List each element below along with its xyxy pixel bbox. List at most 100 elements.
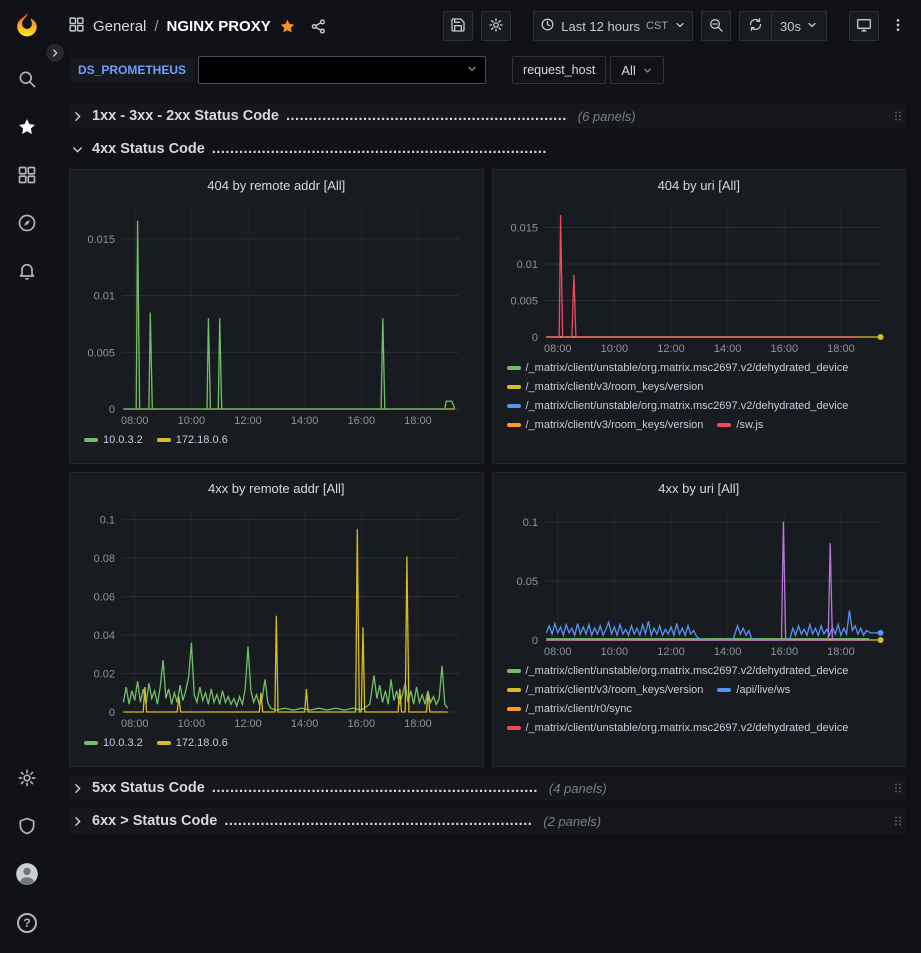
zoom-out-icon <box>708 17 724 36</box>
sidebar-item-profile[interactable] <box>7 857 47 893</box>
legend-label: /_matrix/client/r0/sync <box>526 701 632 717</box>
svg-text:0.1: 0.1 <box>100 515 115 527</box>
svg-text:10:00: 10:00 <box>178 415 206 427</box>
time-range-picker[interactable]: Last 12 hours CST <box>533 11 693 41</box>
sidebar-item-server-admin[interactable] <box>7 809 47 845</box>
refresh-interval-dropdown[interactable]: 30s <box>771 12 826 40</box>
legend-item[interactable]: /_matrix/client/unstable/org.matrix.msc2… <box>507 398 849 414</box>
tv-mode-button[interactable] <box>849 11 879 41</box>
sidebar-expand-button[interactable] <box>46 44 64 62</box>
monitor-icon <box>856 17 872 36</box>
legend-item[interactable]: /_matrix/client/v3/room_keys/version <box>507 682 704 698</box>
legend-label: /_matrix/client/unstable/org.matrix.msc2… <box>526 398 849 414</box>
sidebar-item-help[interactable]: ? <box>7 905 47 941</box>
svg-text:12:00: 12:00 <box>234 415 262 427</box>
star-icon <box>17 117 37 140</box>
svg-text:0.02: 0.02 <box>94 669 115 681</box>
variable-request-host-dropdown[interactable]: All <box>610 56 663 84</box>
panel-title[interactable]: 404 by remote addr [All] <box>78 175 475 199</box>
sidebar-item-configuration[interactable] <box>7 761 47 797</box>
svg-text:08:00: 08:00 <box>543 646 571 658</box>
svg-text:0.015: 0.015 <box>510 222 538 234</box>
row-title-dots: ........................................… <box>224 813 532 829</box>
svg-text:10:00: 10:00 <box>600 343 628 355</box>
legend-item[interactable]: /api/live/ws <box>717 682 790 698</box>
legend-label: /_matrix/client/unstable/org.matrix.msc2… <box>526 360 849 376</box>
legend-item[interactable]: /_matrix/client/v3/room_keys/version <box>507 379 704 395</box>
panel-title[interactable]: 4xx by remote addr [All] <box>78 478 475 502</box>
legend-item[interactable]: 172.18.0.6 <box>157 735 228 751</box>
legend-swatch-icon <box>507 707 521 711</box>
legend-label: /_matrix/client/v3/room_keys/version <box>526 417 704 433</box>
main-area: General / NGINX PROXY <box>54 0 921 953</box>
timeseries-chart[interactable]: 00.0050.010.01508:0010:0012:0014:0016:00… <box>501 199 898 357</box>
timeseries-chart[interactable]: 00.050.108:0010:0012:0014:0016:0018:00 <box>501 502 898 660</box>
variable-ds-value-dropdown[interactable] <box>198 56 486 84</box>
row-header-1xx[interactable]: 1xx - 3xx - 2xx Status Code ............… <box>69 103 906 129</box>
sidebar-item-starred[interactable] <box>7 110 47 146</box>
grafana-app: ? General / NGINX PROXY <box>0 0 921 953</box>
breadcrumb-dashboard-title[interactable]: NGINX PROXY <box>167 18 271 35</box>
legend-item[interactable]: 10.0.3.2 <box>84 735 143 751</box>
svg-text:12:00: 12:00 <box>657 646 685 658</box>
refresh-button[interactable] <box>740 12 771 40</box>
legend-item[interactable]: /_matrix/client/r0/sync <box>507 701 632 717</box>
row-drag-handle[interactable] <box>892 779 906 797</box>
svg-text:16:00: 16:00 <box>770 646 798 658</box>
row-header-5xx[interactable]: 5xx Status Code ........................… <box>69 775 906 801</box>
save-icon <box>450 17 466 36</box>
legend-swatch-icon <box>84 741 98 745</box>
svg-text:0.005: 0.005 <box>87 347 115 359</box>
row-title: 1xx - 3xx - 2xx Status Code <box>92 108 279 124</box>
legend-swatch-icon <box>507 385 521 389</box>
chevron-right-icon <box>50 46 60 61</box>
sidebar-item-dashboards[interactable] <box>7 158 47 194</box>
legend-swatch-icon <box>717 688 731 692</box>
variable-request-host: request_host All <box>512 56 664 84</box>
share-icon[interactable] <box>310 18 327 35</box>
legend-item[interactable]: /_matrix/client/v3/room_keys/version <box>507 417 704 433</box>
legend-swatch-icon <box>507 404 521 408</box>
clock-icon <box>540 17 555 35</box>
apps-icon <box>68 16 85 36</box>
panel-4xx-by-remote-addr: 4xx by remote addr [All] 00.020.040.060.… <box>69 472 484 767</box>
row-drag-handle[interactable] <box>892 812 906 830</box>
panel-title[interactable]: 404 by uri [All] <box>501 175 898 199</box>
legend-item[interactable]: 10.0.3.2 <box>84 432 143 448</box>
variable-request-host-label[interactable]: request_host <box>512 56 606 84</box>
sidebar-item-explore[interactable] <box>7 206 47 242</box>
legend-item[interactable]: 172.18.0.6 <box>157 432 228 448</box>
legend-item[interactable]: /_matrix/client/unstable/org.matrix.msc2… <box>507 360 849 376</box>
legend-item[interactable]: /sw.js <box>717 417 763 433</box>
row-drag-handle[interactable] <box>892 107 906 125</box>
chevron-right-icon <box>69 813 85 829</box>
sidebar-item-alerting[interactable] <box>7 254 47 290</box>
user-avatar <box>14 861 40 890</box>
timeseries-chart[interactable]: 00.0050.010.01508:0010:0012:0014:0016:00… <box>78 199 475 429</box>
grafana-logo[interactable] <box>12 10 42 40</box>
legend-item[interactable]: /_matrix/client/unstable/org.matrix.msc2… <box>507 720 849 736</box>
panel-4xx-by-uri: 4xx by uri [All] 00.050.108:0010:0012:00… <box>492 472 907 767</box>
save-dashboard-button[interactable] <box>443 11 473 41</box>
svg-text:18:00: 18:00 <box>404 718 432 730</box>
legend-label: /_matrix/client/v3/room_keys/version <box>526 682 704 698</box>
panel-legend: /_matrix/client/unstable/org.matrix.msc2… <box>501 357 898 456</box>
search-icon <box>17 69 37 92</box>
row-title-dots: ........................................… <box>212 780 538 796</box>
svg-text:10:00: 10:00 <box>178 718 206 730</box>
legend-item[interactable]: /_matrix/client/unstable/org.matrix.msc2… <box>507 663 849 679</box>
row-header-6xx[interactable]: 6xx > Status Code ......................… <box>69 808 906 834</box>
favorite-star-icon[interactable] <box>279 18 296 35</box>
panel-404-by-uri: 404 by uri [All] 00.0050.010.01508:0010:… <box>492 169 907 464</box>
row-header-4xx[interactable]: 4xx Status Code ........................… <box>69 136 906 162</box>
breadcrumb-folder[interactable]: General <box>93 18 146 35</box>
svg-text:18:00: 18:00 <box>827 343 855 355</box>
dashboard-settings-button[interactable] <box>481 11 511 41</box>
more-options-button[interactable] <box>887 11 909 41</box>
variable-ds-label[interactable]: DS_PROMETHEUS <box>70 58 194 82</box>
refresh-icon <box>748 17 763 35</box>
zoom-out-button[interactable] <box>701 11 731 41</box>
sidebar-item-search[interactable] <box>7 62 47 98</box>
timeseries-chart[interactable]: 00.020.040.060.080.108:0010:0012:0014:00… <box>78 502 475 732</box>
panel-title[interactable]: 4xx by uri [All] <box>501 478 898 502</box>
